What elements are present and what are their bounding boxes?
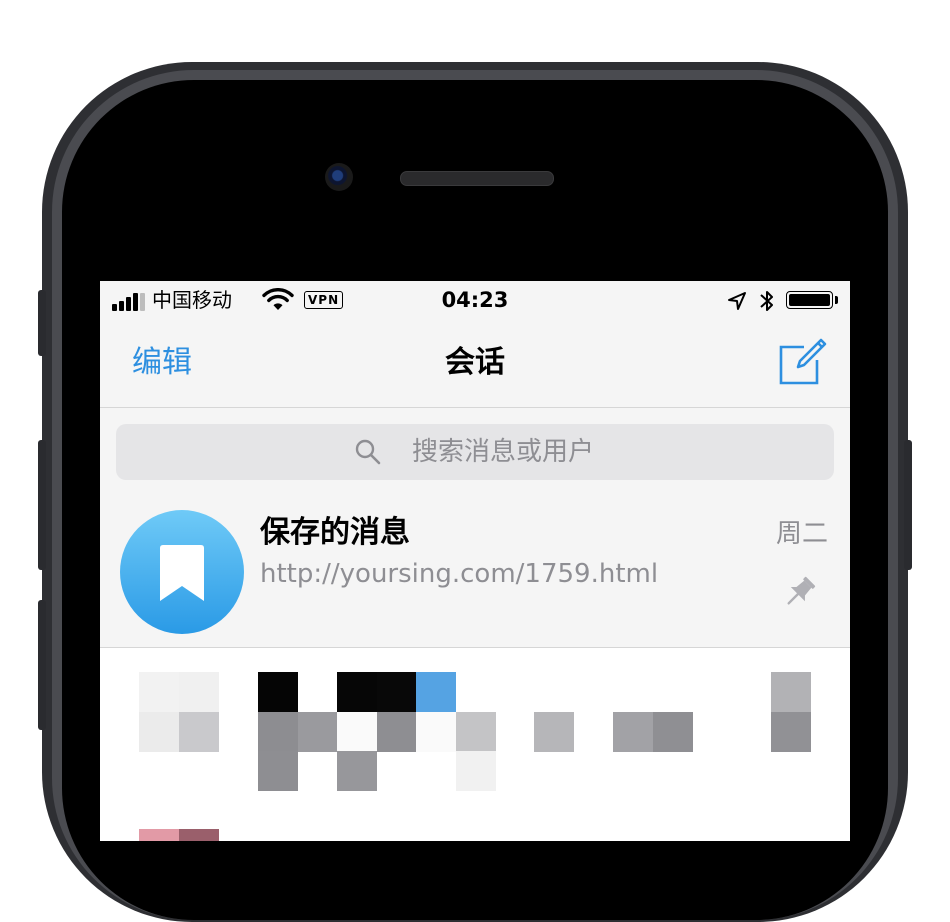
- battery-level-fill: [789, 294, 830, 306]
- redacted-block: [139, 672, 179, 712]
- front-camera: [325, 163, 353, 191]
- redacted-block: [258, 712, 298, 752]
- power-button: [904, 440, 912, 570]
- chat-time: 周二: [775, 519, 828, 549]
- chat-preview: http://yoursing.com/1759.html: [260, 559, 659, 589]
- wifi-icon: [262, 288, 294, 310]
- chat-title: 保存的消息: [260, 515, 410, 550]
- search-icon: [355, 439, 381, 465]
- bookmark-icon: [160, 545, 204, 601]
- search-bar[interactable]: 搜索消息或用户: [116, 424, 834, 480]
- redacted-block: [139, 712, 179, 752]
- redacted-block: [258, 751, 298, 791]
- bluetooth-icon: [760, 291, 773, 311]
- redacted-chat-list: [100, 648, 850, 841]
- redacted-block: [337, 712, 377, 752]
- vpn-badge: VPN: [304, 291, 344, 309]
- redacted-block: [258, 672, 298, 712]
- redacted-block: [456, 712, 496, 752]
- edit-button[interactable]: 编辑: [132, 343, 192, 383]
- redacted-block: [534, 712, 574, 752]
- carrier-label: 中国移动: [152, 288, 232, 312]
- battery-icon: [786, 291, 833, 309]
- search-placeholder: 搜索消息或用户: [412, 437, 595, 467]
- compose-icon[interactable]: [778, 337, 828, 387]
- redacted-block: [456, 751, 496, 791]
- redacted-block: [771, 712, 811, 752]
- mute-switch: [38, 290, 46, 356]
- redacted-block: [416, 712, 456, 752]
- status-time: 04:23: [441, 288, 509, 312]
- redacted-block: [139, 829, 179, 841]
- earpiece-speaker: [400, 171, 554, 186]
- redacted-block: [298, 712, 338, 752]
- redacted-block: [179, 712, 219, 752]
- avatar: [120, 510, 244, 634]
- signal-icon: [112, 291, 146, 311]
- redacted-block: [179, 829, 219, 841]
- redacted-block: [377, 712, 417, 752]
- battery-tip: [835, 296, 838, 304]
- screen: 中国移动 VPN 04:23 编辑 会话 搜索消息或用户 保存的消息 http:…: [100, 281, 850, 841]
- volume-down-button: [38, 600, 46, 730]
- location-icon: [728, 292, 746, 310]
- redacted-block: [771, 672, 811, 712]
- redacted-block: [337, 751, 377, 791]
- navigation-bar: 编辑 会话: [100, 321, 850, 408]
- redacted-block: [337, 672, 377, 712]
- page-title: 会话: [445, 345, 505, 380]
- redacted-block: [377, 672, 417, 712]
- redacted-block: [613, 712, 653, 752]
- redacted-block: [416, 672, 456, 712]
- volume-up-button: [38, 440, 46, 570]
- redacted-block: [179, 672, 219, 712]
- status-bar: 中国移动 VPN 04:23: [100, 281, 850, 321]
- redacted-block: [653, 712, 693, 752]
- pin-icon: [787, 576, 816, 605]
- chat-row-saved-messages[interactable]: 保存的消息 http://yoursing.com/1759.html 周二: [100, 501, 850, 648]
